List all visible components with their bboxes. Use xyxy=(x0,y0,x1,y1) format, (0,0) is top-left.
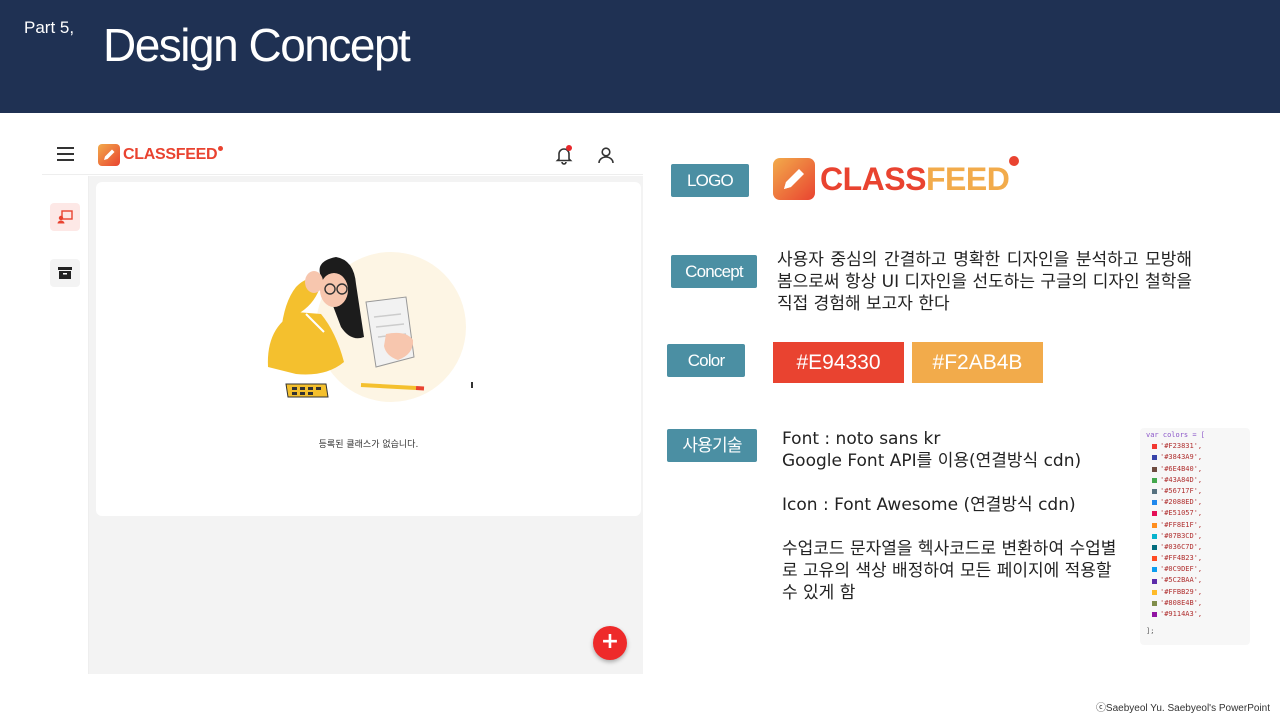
code-color-row: '#FF4B23', xyxy=(1146,553,1244,564)
code-color-row: '#808E4B', xyxy=(1146,598,1244,609)
code-color-row: '#07B3CD', xyxy=(1146,531,1244,542)
color-chip xyxy=(1152,500,1157,506)
pencil-logo-icon xyxy=(98,144,120,166)
color-hex-string: '#3843A9', xyxy=(1160,453,1203,462)
logo-dot xyxy=(218,145,224,151)
color-hex-string: '#F23831', xyxy=(1160,442,1203,451)
color-chip xyxy=(1152,556,1157,562)
color-hex-string: '#808E4B', xyxy=(1160,598,1203,607)
hamburger-menu-icon[interactable] xyxy=(57,147,74,161)
color-chip xyxy=(1152,522,1157,528)
code-head: var colors = [ xyxy=(1146,431,1206,439)
color-swatch-secondary: #F2AB4B xyxy=(912,342,1043,383)
color-hex-string: '#5C2BAA', xyxy=(1160,576,1203,585)
tech-label: 사용기술 xyxy=(667,429,757,462)
tech-description: Font : noto sans kr Google Font API를 이용(… xyxy=(782,428,1127,604)
color-label: Color xyxy=(667,344,745,377)
code-color-row: '#2088ED', xyxy=(1146,497,1244,508)
color-hex-string: '#E51057', xyxy=(1160,509,1203,518)
color-chip xyxy=(1152,600,1157,606)
color-chip xyxy=(1152,612,1157,618)
color-chip xyxy=(1152,466,1157,472)
tech-color-line: 수업코드 문자열을 헥사코드로 변환하여 수업별로 고유의 색상 배정하여 모든… xyxy=(782,539,1117,603)
archive-icon xyxy=(58,267,72,279)
code-color-row: '#0C9DEF', xyxy=(1146,564,1244,575)
code-color-row: '#5C2BAA', xyxy=(1146,575,1244,586)
empty-state-message: 등록된 클래스가 없습니다. xyxy=(318,440,419,450)
color-chip xyxy=(1152,477,1157,483)
logo-wordmark: CLASSFEED xyxy=(820,160,1010,198)
color-chip xyxy=(1152,511,1157,517)
logo-wordmark-class: CLASS xyxy=(820,160,926,197)
code-color-row: '#F23831', xyxy=(1146,441,1244,452)
code-color-row: '#E51057', xyxy=(1146,508,1244,519)
color-hex-string: '#036C7D', xyxy=(1160,542,1203,551)
footer-credit: ⓒSaebyeol Yu. Saebyeol's PowerPoint xyxy=(1095,703,1270,714)
logo-wordmark-feed: FEED xyxy=(925,160,1010,197)
code-color-row: '#6E4B40', xyxy=(1146,464,1244,475)
color-hex-string: '#FF8E1F', xyxy=(1160,520,1203,529)
app-logo-text: CLASSFEED xyxy=(123,146,218,163)
sidebar-item-archive[interactable] xyxy=(50,259,80,287)
bell-icon[interactable] xyxy=(555,145,573,165)
code-color-row: '#FFBB29', xyxy=(1146,587,1244,598)
color-hex-string: '#07B3CD', xyxy=(1160,531,1203,540)
concept-description: 사용자 중심의 간결하고 명확한 디자인을 분석하고 모방해 봄으로써 항상 U… xyxy=(777,250,1193,314)
color-chip xyxy=(1152,578,1157,584)
tech-font-line: Font : noto sans kr xyxy=(782,429,941,449)
pencil-logo-icon xyxy=(773,158,815,200)
title-bar: Part 5, Design Concept xyxy=(0,0,1280,113)
app-logo[interactable]: CLASSFEED xyxy=(98,144,224,166)
color-chip xyxy=(1152,455,1157,461)
color-hex-string: '#2088ED', xyxy=(1160,498,1203,507)
color-chip xyxy=(1152,444,1157,450)
color-code-snippet: var colors = [ '#F23831', '#3843A9', '#6E4… xyxy=(1140,428,1250,645)
page-title: Design Concept xyxy=(103,19,411,71)
concept-label: Concept xyxy=(671,255,757,288)
color-swatch-primary: #E94330 xyxy=(773,342,904,383)
color-chip xyxy=(1152,489,1157,495)
code-color-row: '#FF8E1F', xyxy=(1146,520,1244,531)
code-color-row: '#9114A3', xyxy=(1146,609,1244,620)
tech-font-api-line: Google Font API를 이용(연결방식 cdn) xyxy=(782,451,1082,471)
color-hex-string: '#6E4B40', xyxy=(1160,464,1203,473)
teacher-icon xyxy=(57,210,73,224)
app-topbar: CLASSFEED xyxy=(42,135,643,175)
sidebar-item-classes[interactable] xyxy=(50,203,80,231)
color-hex-string: '#43A84D', xyxy=(1160,475,1203,484)
app-sidebar xyxy=(42,176,89,674)
color-hex-string: '#FFBB29', xyxy=(1160,587,1203,596)
code-color-row: '#56717F', xyxy=(1146,486,1244,497)
color-hex-string: '#9114A3', xyxy=(1160,610,1203,619)
color-hex-string: '#FF4B23', xyxy=(1160,554,1203,563)
part-label: Part 5, xyxy=(24,18,75,37)
code-color-row: '#43A84D', xyxy=(1146,475,1244,486)
user-icon[interactable] xyxy=(597,146,615,164)
color-chip xyxy=(1152,533,1157,539)
classfeed-logo: CLASSFEED xyxy=(773,156,1020,201)
color-chip xyxy=(1152,544,1157,550)
logo-dot xyxy=(1009,156,1020,166)
color-hex-string: '#56717F', xyxy=(1160,486,1203,495)
tech-icon-line: Icon : Font Awesome (연결방식 cdn) xyxy=(782,495,1076,515)
color-chip xyxy=(1152,589,1157,595)
add-class-button[interactable]: + xyxy=(593,626,627,660)
color-hex-string: '#0C9DEF', xyxy=(1160,565,1203,574)
empty-state-illustration xyxy=(267,252,473,402)
logo-label: LOGO xyxy=(671,164,749,197)
code-tail: ]; xyxy=(1146,627,1155,636)
color-chip xyxy=(1152,567,1157,573)
code-color-row: '#036C7D', xyxy=(1146,542,1244,553)
code-color-row: '#3843A9', xyxy=(1146,452,1244,463)
app-screenshot: CLASSFEED 등록된 클래스가 없습니다. + xyxy=(42,135,643,674)
empty-state-card: 등록된 클래스가 없습니다. xyxy=(96,182,641,516)
